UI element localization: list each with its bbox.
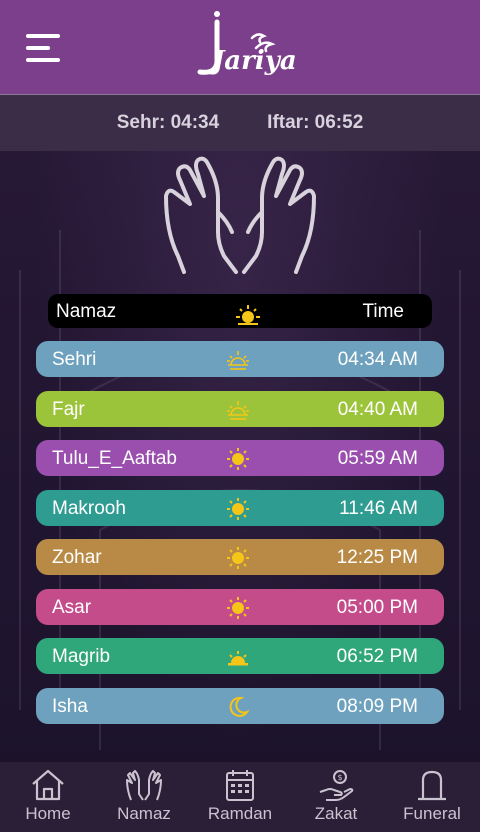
logo-text: Jariya xyxy=(212,46,297,76)
sunset-icon xyxy=(228,651,248,666)
sun-icon xyxy=(227,448,249,470)
prayer-name: Asar xyxy=(52,596,92,618)
sehr-time: Sehr: 04:34 xyxy=(116,112,220,133)
sun-icon xyxy=(227,547,249,569)
nav-funeral-label: Funeral xyxy=(403,804,461,823)
moon-icon xyxy=(229,696,250,717)
sunrise-icon xyxy=(227,351,249,370)
prayer-row-asar[interactable]: Asar 05:00 PM xyxy=(36,588,444,625)
praying-hands-icon xyxy=(126,770,162,801)
nav-namaz[interactable]: Namaz xyxy=(96,762,192,832)
nav-home-label: Home xyxy=(25,804,71,823)
charity-hand-icon: $ xyxy=(319,770,354,801)
prayer-time: 05:00 PM xyxy=(336,596,418,618)
bottom-navigation: Home Namaz Ramdan $ Zakat Funeral xyxy=(0,762,480,832)
prayer-time: 06:52 PM xyxy=(336,646,418,667)
calendar-icon xyxy=(226,770,254,801)
prayer-row-magrib[interactable]: Magrib 06:52 PM xyxy=(36,638,444,674)
nav-ramdan-label: Ramdan xyxy=(207,804,273,823)
prayer-row-zohar[interactable]: Zohar 12:25 PM xyxy=(36,539,444,575)
prayer-row-isha[interactable]: Isha 08:09 PM xyxy=(36,687,444,724)
prayer-name: Makrooh xyxy=(52,497,126,519)
prayer-name: Isha xyxy=(52,695,88,717)
column-namaz: Namaz xyxy=(56,301,117,322)
top-app-bar: Jariya xyxy=(0,0,480,94)
nav-funeral[interactable]: Funeral xyxy=(384,762,480,832)
prayer-time: 04:40 AM xyxy=(337,398,418,420)
prayer-row-tulu-e-aaftab[interactable]: Tulu_E_Aaftab 05:59 AM xyxy=(36,440,444,476)
nav-zakat[interactable]: $ Zakat xyxy=(288,762,384,832)
praying-hands-illustration xyxy=(164,156,316,274)
prayer-table-header: Namaz Time xyxy=(48,294,432,328)
app-logo: Jariya xyxy=(190,8,297,88)
nav-home[interactable]: Home xyxy=(0,762,96,832)
prayer-name: Fajr xyxy=(52,398,85,420)
nav-ramdan[interactable]: Ramdan xyxy=(192,762,288,832)
prayer-time: 11:46 AM xyxy=(339,497,418,519)
menu-button[interactable] xyxy=(26,32,60,64)
iftar-time: Iftar: 06:52 xyxy=(267,112,364,133)
column-time: Time xyxy=(362,301,404,322)
sun-icon xyxy=(227,497,249,520)
hamburger-menu-icon xyxy=(26,34,60,38)
prayer-name: Magrib xyxy=(52,646,111,667)
nav-zakat-label: Zakat xyxy=(314,804,358,823)
prayer-time: 08:09 PM xyxy=(336,695,418,717)
prayer-time: 12:25 PM xyxy=(336,547,418,568)
prayer-time: 04:34 AM xyxy=(337,349,418,370)
nav-namaz-label: Namaz xyxy=(117,804,171,823)
prayer-name: Sehri xyxy=(52,349,97,370)
prayer-row-sehri[interactable]: Sehri 04:34 AM xyxy=(36,341,444,377)
prayer-name: Tulu_E_Aaftab xyxy=(52,448,177,469)
sun-icon xyxy=(236,305,260,325)
sunrise-icon xyxy=(227,400,249,420)
prayer-name: Zohar xyxy=(52,547,102,568)
svg-text:$: $ xyxy=(337,773,342,782)
sun-icon xyxy=(227,596,249,619)
home-icon xyxy=(32,769,64,801)
sehr-iftar-bar: Sehr: 04:34 Iftar: 06:52 xyxy=(0,94,480,151)
prayer-row-makrooh[interactable]: Makrooh 11:46 AM xyxy=(36,489,444,526)
prayer-time: 05:59 AM xyxy=(337,448,418,469)
prayer-row-fajr[interactable]: Fajr 04:40 AM xyxy=(36,390,444,427)
grave-icon xyxy=(418,770,446,801)
